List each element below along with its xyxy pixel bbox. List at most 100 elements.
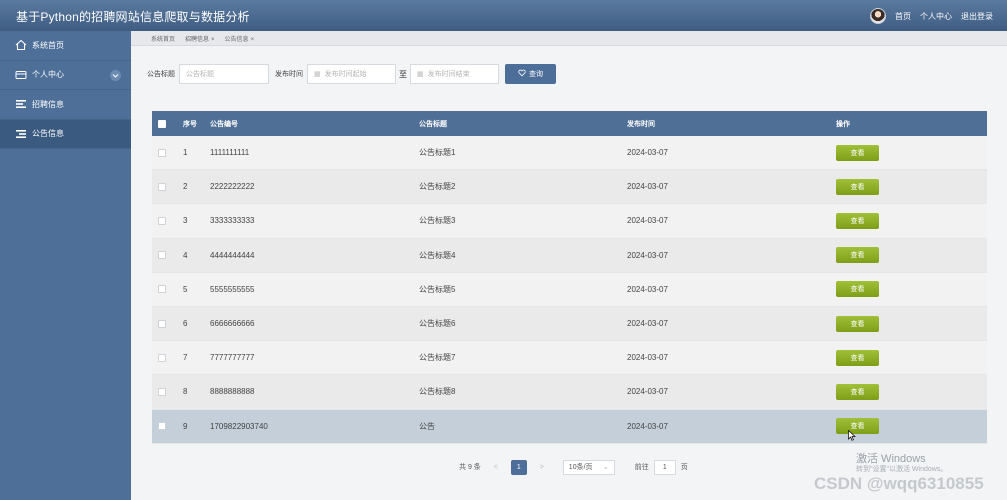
column-header: 操作 [836,120,850,128]
notice-title: 公告标题5 [419,284,456,294]
home-icon [15,39,27,51]
next-page-button[interactable]: > [535,464,549,471]
table-row[interactable]: 7 7777777777 公告标题7 2024-03-07 查看 [152,341,987,376]
home-link[interactable]: 首页 [895,11,911,22]
notice-title: 公告标题7 [419,353,456,363]
query-button[interactable]: 查询 [505,64,556,84]
row-checkbox[interactable] [158,239,166,272]
row-actions: 查看 [836,375,879,408]
view-button[interactable]: 查看 [836,281,879,298]
page-size-select[interactable]: 10条/页 ⌄ [562,459,615,475]
select-all-checkbox[interactable] [158,111,166,136]
view-button[interactable]: 查看 [836,418,879,435]
sidebar-item-home[interactable]: 系统首页 [0,31,131,61]
view-button[interactable]: 查看 [836,383,879,400]
time-label: 发布时间 [275,71,303,78]
notice-title: 公告标题1 [419,148,456,158]
row-actions: 查看 [836,273,879,306]
prev-page-button[interactable]: < [489,464,503,471]
sidebar: 系统首页 个人中心 招聘信息 公告信息 [0,31,131,500]
csdn-watermark: CSDN @wqq6310855 [814,474,984,493]
close-icon[interactable]: × [211,37,215,43]
sidebar-item-jobs[interactable]: 招聘信息 [0,90,131,120]
row-checkbox[interactable] [158,410,166,443]
row-actions: 查看 [836,341,879,374]
activation-watermark-sub: 转到"设置"以激活 Windows。 [856,466,948,473]
end-date-input[interactable]: ▦ 发布时间结束 [410,64,499,84]
notice-code: 7777777777 [210,353,255,363]
view-button[interactable]: 查看 [836,212,879,229]
notice-title: 公告 [419,421,435,431]
row-index: 8 [183,387,188,397]
table-row[interactable]: 1 1111111111 公告标题1 2024-03-07 查看 [152,136,987,171]
row-actions: 查看 [836,170,879,203]
row-index: 5 [183,284,188,294]
tab-notices[interactable]: 公告信息 × [225,34,255,43]
column-header: 发布时间 [627,120,655,128]
notice-title: 公告标题4 [419,250,456,260]
page-number[interactable]: 1 [510,459,527,475]
view-button[interactable]: 查看 [836,247,879,264]
goto-page-input[interactable]: 1 [653,459,676,475]
app-title: 基于Python的招聘网站信息爬取与数据分析 [16,10,250,24]
row-actions: 查看 [836,307,879,340]
notice-code: 5555555555 [210,284,255,294]
view-button[interactable]: 查看 [836,349,879,366]
close-icon[interactable]: × [251,37,255,43]
chevron-down-icon: ⌄ [602,464,609,471]
chevron-down-icon[interactable] [110,69,121,81]
heart-icon [518,69,526,79]
column-header: 公告标题 [419,120,447,128]
row-checkbox[interactable] [158,204,166,237]
row-checkbox[interactable] [158,341,166,374]
table-row[interactable]: 8 8888888888 公告标题8 2024-03-07 查看 [152,375,987,410]
table-body: 1 1111111111 公告标题1 2024-03-07 查看 2 2222222222 公… [152,136,987,444]
publish-time: 2024-03-07 [627,148,668,158]
table-row[interactable]: 9 1709822903740 公告 2024-03-07 查看 [152,409,987,444]
table-row[interactable]: 5 5555555555 公告标题5 2024-03-07 查看 [152,272,987,307]
total-count: 共 9 条 [459,464,481,471]
notice-title: 公告标题6 [419,319,456,329]
calendar-icon: ▦ [417,71,424,78]
row-actions: 查看 [836,204,879,237]
logout-link[interactable]: 退出登录 [961,11,993,22]
goto-label: 前往 [634,464,649,471]
to-label: 至 [399,69,407,79]
publish-time: 2024-03-07 [627,216,668,226]
pagination: 共 9 条 < 1 > 10条/页 ⌄ 前往 1 页 [459,459,688,475]
row-checkbox[interactable] [158,170,166,203]
table-row[interactable]: 2 2222222222 公告标题2 2024-03-07 查看 [152,170,987,205]
publish-time: 2024-03-07 [627,250,668,260]
table-row[interactable]: 6 6666666666 公告标题6 2024-03-07 查看 [152,306,987,342]
avatar[interactable] [870,8,886,24]
publish-time: 2024-03-07 [627,353,668,363]
row-index: 7 [183,353,188,363]
row-checkbox[interactable] [158,273,166,306]
notice-title: 公告标题8 [419,387,456,397]
column-header: 序号 [183,120,197,128]
table-header: 序号 公告编号 公告标题 发布时间 操作 [152,111,987,136]
tab-home[interactable]: 系统首页 [151,34,175,43]
mouse-cursor-icon [848,430,856,441]
view-button[interactable]: 查看 [836,178,879,195]
row-checkbox[interactable] [158,136,166,169]
table-row[interactable]: 4 4444444444 公告标题4 2024-03-07 查看 [152,238,987,273]
notice-code: 2222222222 [210,182,255,192]
view-button[interactable]: 查看 [836,144,879,161]
title-input[interactable]: 公告标题 [179,64,269,84]
table-row[interactable]: 3 3333333333 公告标题3 2024-03-07 查看 [152,204,987,239]
start-date-input[interactable]: ▦ 发布时间起始 [307,64,396,84]
sidebar-item-profile[interactable]: 个人中心 [0,61,131,90]
notice-code: 6666666666 [210,319,255,329]
row-checkbox[interactable] [158,375,166,408]
row-checkbox[interactable] [158,307,166,340]
tab-jobs[interactable]: 招聘信息 × [185,34,215,43]
publish-time: 2024-03-07 [627,284,668,294]
goto-unit: 页 [680,464,688,471]
profile-link[interactable]: 个人中心 [920,11,952,22]
sidebar-item-notices[interactable]: 公告信息 [0,119,131,149]
publish-time: 2024-03-07 [627,387,668,397]
publish-time: 2024-03-07 [627,182,668,192]
view-button[interactable]: 查看 [836,315,879,332]
search-form: 公告标题 公告标题 发布时间 ▦ 发布时间起始 至 ▦ 发布时间结束 查询 [147,64,556,84]
